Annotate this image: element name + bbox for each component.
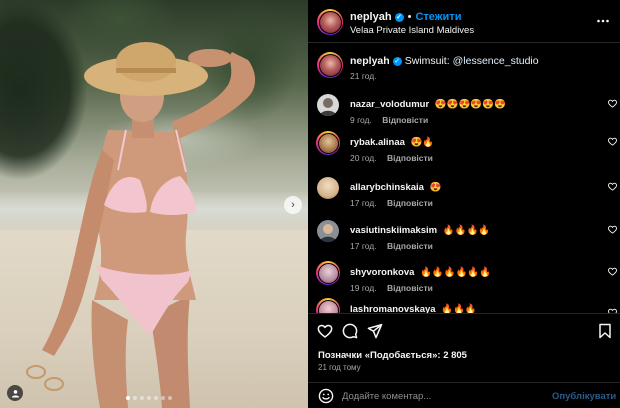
reply-button[interactable]: Відповісти — [387, 283, 433, 293]
comment-time[interactable]: 17 год. — [350, 241, 377, 251]
comment-meta: 9 год. Відповісти — [350, 115, 428, 125]
reply-button[interactable]: Відповісти — [387, 241, 433, 251]
comment-time[interactable]: 9 год. — [350, 115, 372, 125]
comment-text-line: rybak.alinaa 😍🔥 — [350, 137, 434, 148]
comment-item: nazar_volodumur 😍😍😍😍😍😍 9 год. Відповісти — [308, 94, 620, 136]
add-comment-row: Опублікувати — [308, 382, 620, 408]
carousel-dot — [140, 396, 144, 400]
post-photo[interactable]: › — [0, 0, 308, 408]
comment-body: 😍 — [429, 182, 442, 193]
caption-line: neplyah ✓ Swimsuit: @lessence_studio — [350, 55, 539, 67]
share-send-icon[interactable] — [367, 323, 383, 339]
comment-meta: 17 год. Відповісти — [350, 241, 433, 251]
comment-like-heart-icon[interactable] — [608, 225, 617, 234]
comment-item: rybak.alinaa 😍🔥 20 год. Відповісти — [308, 131, 620, 174]
comment-like-heart-icon[interactable] — [608, 267, 617, 276]
caption-username[interactable]: neplyah — [350, 55, 390, 67]
comment-body: 🔥🔥🔥🔥 — [442, 225, 491, 236]
caption-mention-link[interactable]: @lessence_studio — [453, 55, 539, 67]
comment-body: 😍🔥 — [410, 137, 435, 148]
add-comment-input[interactable] — [342, 388, 542, 404]
post-time-ago[interactable]: 21 год тому — [318, 363, 361, 372]
comment-meta: 20 год. Відповісти — [350, 153, 433, 163]
carousel-dot — [147, 396, 151, 400]
carousel-dot — [168, 396, 172, 400]
commenter-username[interactable]: shyvoronkova — [350, 267, 414, 278]
comment-like-heart-icon[interactable] — [608, 137, 617, 146]
comment-time[interactable]: 17 год. — [350, 198, 377, 208]
comment-body: 🔥🔥🔥🔥🔥🔥 — [420, 267, 492, 278]
commenter-avatar[interactable] — [317, 177, 339, 199]
commenter-avatar[interactable] — [316, 131, 340, 155]
comment-item: vasiutinskiimaksim 🔥🔥🔥🔥 17 год. Відповіс… — [308, 220, 620, 262]
reply-button[interactable]: Відповісти — [387, 198, 433, 208]
post-location[interactable]: Velaa Private Island Maldives — [350, 25, 474, 36]
caption-avatar[interactable] — [317, 52, 343, 78]
commenter-avatar[interactable] — [316, 261, 340, 285]
carousel-dot — [154, 396, 158, 400]
more-horizontal-icon — [597, 19, 609, 23]
verified-badge-icon: ✓ — [394, 12, 404, 22]
commenter-username[interactable]: rybak.alinaa — [350, 137, 405, 148]
next-photo-button[interactable]: › — [284, 196, 302, 214]
comment-text-line: shyvoronkova 🔥🔥🔥🔥🔥🔥 — [350, 267, 491, 278]
commenter-avatar[interactable] — [317, 94, 339, 116]
tagged-users-button[interactable] — [7, 385, 23, 401]
comment-body: 🔥🔥🔥 — [441, 304, 477, 313]
author-username[interactable]: neplyah — [350, 11, 392, 23]
comment-text-line: nazar_volodumur 😍😍😍😍😍😍 — [350, 99, 506, 110]
carousel-indicator — [126, 396, 172, 400]
reply-button[interactable]: Відповісти — [387, 153, 433, 163]
commenter-username[interactable]: nazar_volodumur — [350, 99, 429, 110]
emoji-smile-icon[interactable] — [318, 388, 334, 404]
publish-button[interactable]: Опублікувати — [552, 391, 616, 402]
comment-like-heart-icon[interactable] — [608, 182, 617, 191]
photo-model-figure — [26, 42, 256, 408]
author-avatar[interactable] — [317, 9, 343, 35]
comment-meta: 17 год. Відповісти — [350, 198, 433, 208]
comment-text-line: lashromanovskaya 🔥🔥🔥 — [350, 304, 477, 313]
commenter-username[interactable]: lashromanovskaya — [350, 304, 436, 313]
post-header: neplyah ✓ • Стежити Velaa Private Island… — [308, 0, 620, 43]
follow-button[interactable]: Стежити — [415, 11, 461, 23]
author-line: neplyah ✓ • Стежити — [350, 11, 461, 23]
like-heart-icon[interactable] — [317, 323, 333, 339]
comment-bubble-icon[interactable] — [342, 323, 358, 339]
comment-body: 😍😍😍😍😍😍 — [434, 99, 506, 110]
caption-text: Swimsuit: — [404, 55, 450, 67]
comment-like-heart-icon[interactable] — [608, 99, 617, 108]
comment-text-line: vasiutinskiimaksim 🔥🔥🔥🔥 — [350, 225, 490, 236]
comment-time[interactable]: 19 год. — [350, 283, 377, 293]
comment-item: lashromanovskaya 🔥🔥🔥 — [308, 298, 620, 313]
likes-count[interactable]: Позначки «Подобається»: 2 805 — [318, 350, 467, 361]
commenter-username[interactable]: vasiutinskiimaksim — [350, 225, 437, 236]
comment-item: allarybchinskaia 😍 17 год. Відповісти — [308, 177, 620, 219]
post-side-panel: neplyah ✓ • Стежити Velaa Private Island… — [308, 0, 620, 408]
verified-badge-icon: ✓ — [392, 56, 402, 66]
comment-time[interactable]: 20 год. — [350, 153, 377, 163]
commenter-username[interactable]: allarybchinskaia — [350, 182, 424, 193]
commenter-avatar[interactable] — [316, 298, 340, 313]
comment-meta: 19 год. Відповісти — [350, 283, 433, 293]
chevron-right-icon: › — [291, 199, 295, 211]
more-options-button[interactable] — [596, 14, 610, 28]
caption-time[interactable]: 21 год. — [350, 71, 377, 81]
carousel-dot-active — [126, 396, 130, 400]
user-tag-icon — [11, 389, 19, 398]
comments-list[interactable]: neplyah ✓ Swimsuit: @lessence_studio 21 … — [308, 43, 620, 313]
commenter-avatar[interactable] — [317, 220, 339, 242]
carousel-dot — [133, 396, 137, 400]
separator-dot: • — [407, 11, 412, 23]
instagram-post-modal: › neplyah ✓ • Стежити Velaa Private Isla… — [0, 0, 620, 408]
carousel-dot — [161, 396, 165, 400]
comment-text-line: allarybchinskaia 😍 — [350, 182, 441, 193]
comment-item: shyvoronkova 🔥🔥🔥🔥🔥🔥 19 год. Відповісти — [308, 261, 620, 304]
save-bookmark-icon[interactable] — [597, 323, 613, 339]
post-actions: Позначки «Подобається»: 2 805 21 год том… — [308, 313, 620, 408]
reply-button[interactable]: Відповісти — [382, 115, 428, 125]
